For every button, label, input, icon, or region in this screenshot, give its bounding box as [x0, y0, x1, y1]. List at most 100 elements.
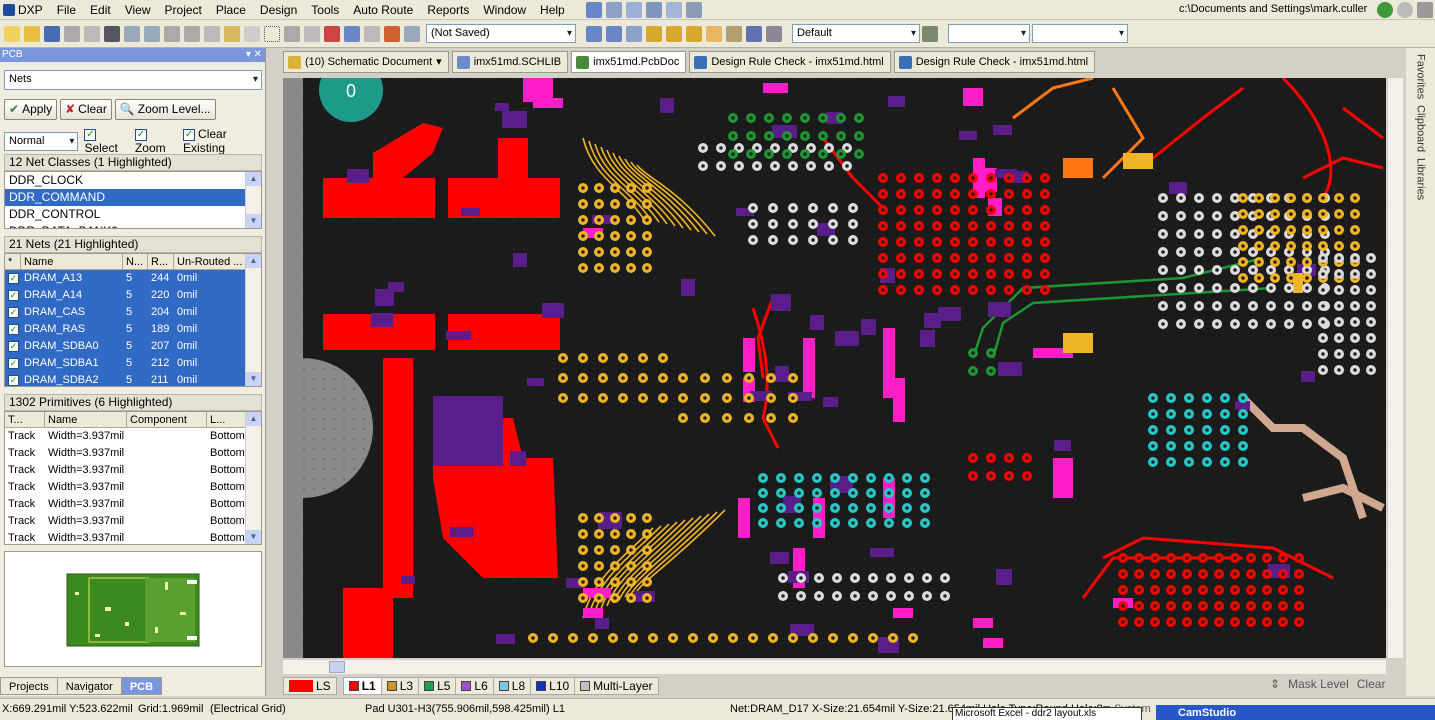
menu-help[interactable]: Help: [533, 1, 572, 19]
primitive-row[interactable]: Track Width=3.937mil Bottom: [5, 530, 261, 544]
clear-button[interactable]: ✘ Clear: [60, 99, 112, 120]
net-check[interactable]: ✓: [5, 287, 21, 304]
col-name[interactable]: Name: [21, 254, 123, 269]
layer-tab-l10[interactable]: L10: [530, 677, 576, 695]
clear-mask-button[interactable]: Clear: [1357, 677, 1386, 691]
net-checkbox-icon[interactable]: ✓: [8, 306, 19, 318]
col-layer[interactable]: L...: [207, 412, 247, 427]
filter-combo-1[interactable]: [948, 24, 1030, 43]
net-check[interactable]: ✓: [5, 338, 21, 355]
net-row[interactable]: ✓ DRAM_RAS 5 189 0mil: [5, 321, 261, 338]
pad-icon[interactable]: [646, 25, 662, 42]
clear-existing-checkbox[interactable]: ✓ Clear Existing: [183, 127, 265, 155]
primitive-row[interactable]: Track Width=3.937mil Bottom: [5, 445, 261, 462]
net-row[interactable]: ✓ DRAM_SDBA0 5 207 0mil: [5, 338, 261, 355]
menu-design[interactable]: Design: [253, 1, 304, 19]
net-row[interactable]: ✓ DRAM_CAS 5 204 0mil: [5, 304, 261, 321]
col-type[interactable]: T...: [5, 412, 45, 427]
canvas-hscroll[interactable]: [283, 659, 1386, 674]
via-icon[interactable]: [666, 25, 682, 42]
layer-tab-l8[interactable]: L8: [492, 677, 532, 695]
current-layer-indicator[interactable]: LS: [283, 677, 337, 695]
net-checkbox-icon[interactable]: ✓: [8, 357, 19, 369]
deselect-icon[interactable]: [304, 25, 320, 42]
tab-schlib[interactable]: imx51md.SCHLIB: [451, 51, 569, 73]
primitive-row[interactable]: Track Width=3.937mil Bottom: [5, 513, 261, 530]
net-check[interactable]: ✓: [5, 355, 21, 372]
net-checkbox-icon[interactable]: ✓: [8, 272, 19, 284]
zoom-level-button[interactable]: 🔍 Zoom Level...: [114, 99, 216, 120]
tab-pcbdoc[interactable]: imx51md.PcbDoc: [571, 51, 687, 73]
paste-icon[interactable]: [224, 25, 240, 42]
diff-pair-icon[interactable]: [606, 25, 622, 42]
panel-controls[interactable]: ▾ ✕: [246, 48, 262, 62]
libraries-tab[interactable]: Libraries: [1415, 158, 1427, 200]
copy-icon[interactable]: [204, 25, 220, 42]
col-nodes[interactable]: N...: [123, 254, 148, 269]
panel-mode-combo[interactable]: Nets: [4, 70, 262, 90]
multi-route-icon[interactable]: [626, 25, 642, 42]
menu-auto-route[interactable]: Auto Route: [346, 1, 420, 19]
menu-reports[interactable]: Reports: [420, 1, 476, 19]
col-unrouted[interactable]: Un-Routed ...: [174, 254, 246, 269]
menu-tools[interactable]: Tools: [304, 1, 346, 19]
net-check[interactable]: ✓: [5, 372, 21, 386]
distribute-icon[interactable]: [645, 1, 662, 18]
variant-combo[interactable]: (Not Saved): [426, 24, 576, 43]
menu-place[interactable]: Place: [209, 1, 253, 19]
clipboard-tab[interactable]: Clipboard: [1415, 105, 1427, 152]
room-icon[interactable]: [665, 1, 682, 18]
col-routed[interactable]: R...: [148, 254, 174, 269]
forward-icon[interactable]: [1397, 1, 1413, 18]
net-classes-scrollbar[interactable]: [245, 172, 261, 228]
print-icon[interactable]: [64, 25, 80, 42]
net-row[interactable]: ✓ DRAM_SDBA1 5 212 0mil: [5, 355, 261, 372]
board-preview[interactable]: [4, 551, 262, 667]
settings-icon[interactable]: [1417, 1, 1433, 18]
net-class-item[interactable]: DDR_COMMAND: [5, 189, 261, 206]
menu-window[interactable]: Window: [476, 1, 533, 19]
tab-projects[interactable]: Projects: [0, 677, 58, 695]
align-icon[interactable]: [605, 1, 622, 18]
layer-tab-l6[interactable]: L6: [455, 677, 494, 695]
move-icon[interactable]: [284, 25, 300, 42]
pcb-layout-drawing[interactable]: 0: [283, 78, 1386, 658]
save-icon[interactable]: [44, 25, 60, 42]
col-star[interactable]: *: [5, 254, 21, 269]
tab-drc-2[interactable]: Design Rule Check - imx51md.html: [893, 51, 1096, 73]
print-preview-icon[interactable]: [84, 25, 100, 42]
filter-combo-2[interactable]: [1032, 24, 1128, 43]
browse-icon[interactable]: [404, 25, 420, 42]
mask-scroll-icon[interactable]: ⇕: [1270, 677, 1280, 691]
rubber-stamp-icon[interactable]: [244, 25, 260, 42]
zoom-fit-icon[interactable]: [124, 25, 140, 42]
tab-schematic[interactable]: (10) Schematic Document ▾: [283, 51, 449, 73]
grid-icon[interactable]: [685, 1, 702, 18]
apply-button[interactable]: ✔ Apply: [4, 99, 58, 120]
col-prim-name[interactable]: Name: [45, 412, 127, 427]
net-class-item[interactable]: DDR_CLOCK: [5, 172, 261, 189]
net-row[interactable]: ✓ DRAM_A13 5 244 0mil: [5, 270, 261, 287]
primitive-row[interactable]: Track Width=3.937mil Bottom: [5, 462, 261, 479]
view-config-combo[interactable]: Default: [792, 24, 920, 43]
net-check[interactable]: ✓: [5, 321, 21, 338]
back-icon[interactable]: [1377, 1, 1393, 18]
arc-icon[interactable]: [686, 25, 702, 42]
layer-tab-l5[interactable]: L5: [418, 677, 457, 695]
layer-tab-l1[interactable]: L1: [342, 677, 382, 695]
net-checkbox-icon[interactable]: ✓: [8, 374, 19, 386]
layer-tab-l3[interactable]: L3: [380, 677, 420, 695]
net-checkbox-icon[interactable]: ✓: [8, 340, 19, 352]
primitives-scrollbar[interactable]: [245, 412, 261, 544]
layer-stack-icon[interactable]: [104, 25, 120, 42]
interactive-route-icon[interactable]: [586, 25, 602, 42]
net-checkbox-icon[interactable]: ✓: [8, 323, 19, 335]
menu-project[interactable]: Project: [158, 1, 209, 19]
net-checkbox-icon[interactable]: ✓: [8, 289, 19, 301]
tab-pcb[interactable]: PCB: [120, 677, 163, 695]
net-row[interactable]: ✓ DRAM_A14 5 220 0mil: [5, 287, 261, 304]
tab-drc-1[interactable]: Design Rule Check - imx51md.html: [689, 51, 891, 73]
net-class-item[interactable]: DDR_CONTROL: [5, 206, 261, 223]
polygon-icon[interactable]: [726, 25, 742, 42]
menu-view[interactable]: View: [118, 1, 158, 19]
